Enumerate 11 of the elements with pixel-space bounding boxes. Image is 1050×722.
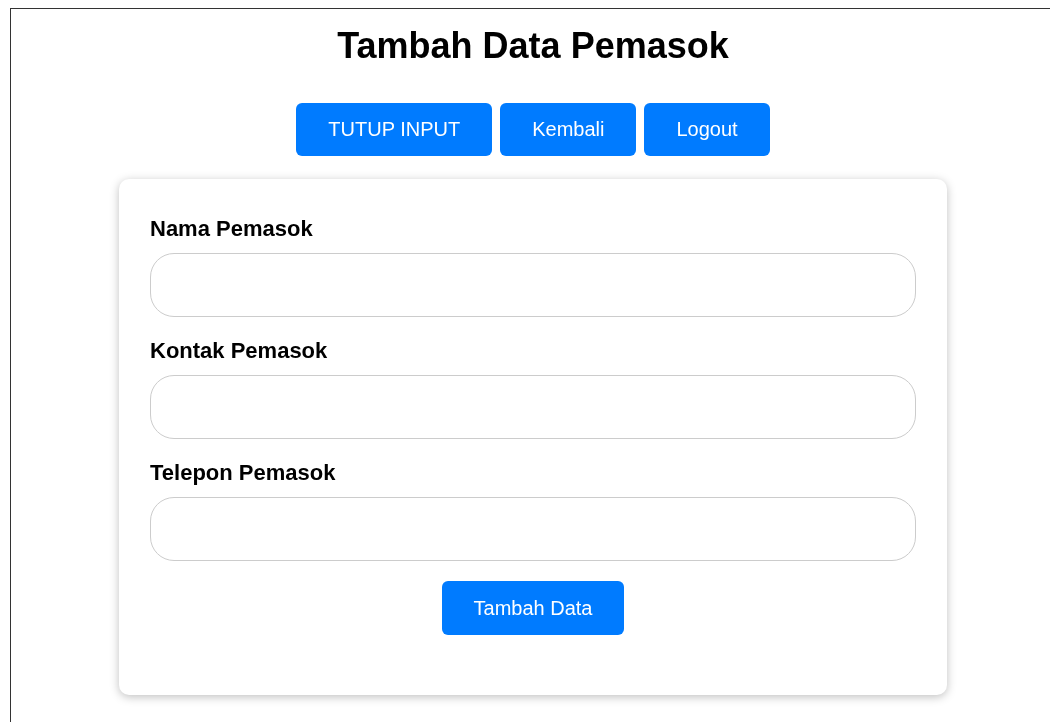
nav-button[interactable]: Logout (644, 103, 770, 156)
input-field[interactable] (150, 497, 916, 561)
field-label: Nama Pemasok (150, 215, 314, 243)
field-label: Kontak Pemasok (150, 337, 329, 365)
submit-button[interactable]: Tambah Data (441, 581, 625, 635)
nav-button[interactable]: Kembali (500, 103, 637, 156)
nav-button[interactable]: TUTUP INPUT (296, 103, 493, 156)
input-field[interactable] (150, 253, 916, 317)
input-field[interactable] (150, 375, 916, 439)
page-title: Tambah Data Pemasok (336, 26, 730, 66)
field-label: Telepon Pemasok (150, 459, 337, 487)
